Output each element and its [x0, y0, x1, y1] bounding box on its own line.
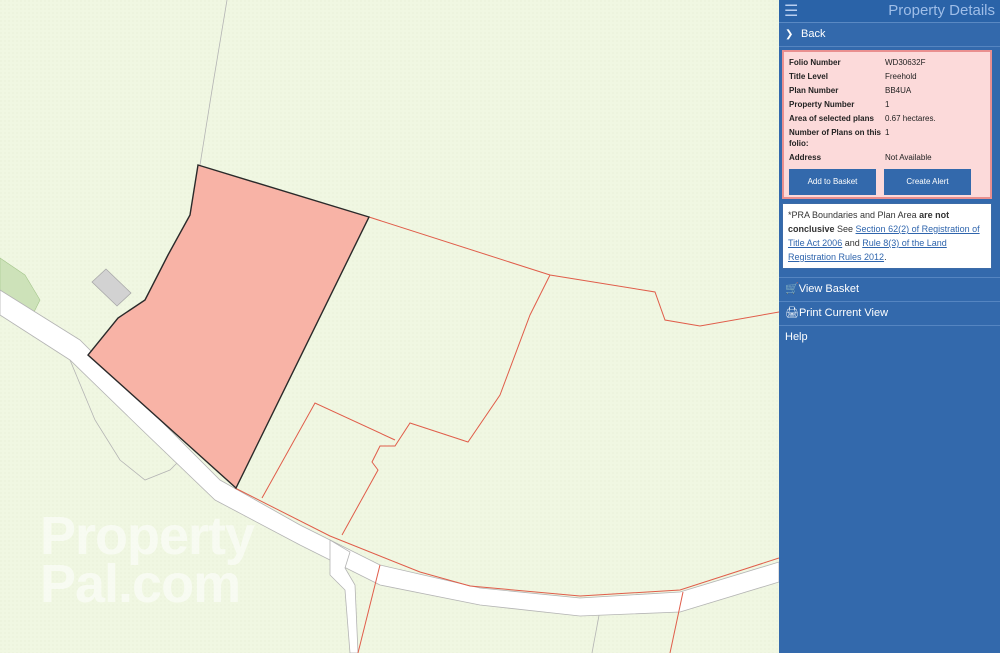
field-row: Title Level Freehold: [789, 71, 986, 85]
panel-title: Property Details: [888, 2, 995, 19]
hamburger-menu-icon[interactable]: ☰: [784, 1, 798, 21]
field-row: Address Not Available: [789, 152, 986, 166]
back-button[interactable]: ❯ Back: [779, 23, 1000, 47]
field-label: Number of Plans on this folio:: [789, 128, 882, 148]
panel-header: ☰ Property Details: [779, 0, 1000, 23]
create-alert-button[interactable]: Create Alert: [884, 169, 971, 195]
field-label: Address: [789, 153, 822, 162]
back-label: Back: [801, 28, 826, 40]
view-basket-label: View Basket: [798, 283, 860, 295]
field-row: Folio Number WD30632F: [789, 57, 986, 71]
field-value: BB4UA: [885, 86, 912, 95]
field-value: WD30632F: [885, 58, 926, 67]
watermark-line1: Property: [40, 506, 255, 566]
field-value: 1: [885, 100, 890, 109]
help-label: Help: [785, 331, 808, 343]
print-view-label: Print Current View: [798, 307, 889, 319]
field-value: Freehold: [885, 72, 917, 81]
field-value: Not Available: [885, 153, 932, 162]
property-details-panel: ☰ Property Details ❯ Back Folio Number WD…: [779, 0, 1000, 653]
map-view[interactable]: Property Pal.com: [0, 0, 779, 653]
field-row: Number of Plans on this folio: 1: [789, 127, 986, 152]
notice-and: and: [842, 238, 863, 248]
field-value: 0.67 hectares.: [885, 114, 936, 123]
property-info-box: Folio Number WD30632F Title Level Freeho…: [782, 50, 992, 199]
cart-icon: 🛒: [785, 283, 799, 295]
action-buttons: Add to Basket Create Alert: [789, 169, 986, 195]
watermark-line2: Pal.com: [40, 554, 241, 614]
watermark: Property Pal.com: [40, 506, 255, 614]
field-label: Plan Number: [789, 86, 839, 95]
view-basket-button[interactable]: 🛒View Basket: [779, 278, 1000, 302]
add-to-basket-button[interactable]: Add to Basket: [789, 169, 876, 195]
property-fields-table: Folio Number WD30632F Title Level Freeho…: [789, 57, 986, 166]
field-row: Plan Number BB4UA: [789, 85, 986, 99]
field-row: Property Number 1: [789, 99, 986, 113]
notice-prefix: *PRA Boundaries and Plan Area: [788, 210, 920, 220]
field-row: Area of selected plans 0.67 hectares.: [789, 113, 986, 127]
printer-icon: 🖨: [785, 307, 799, 319]
field-value: 1: [885, 128, 890, 137]
help-button[interactable]: Help: [779, 326, 1000, 349]
field-label: Area of selected plans: [789, 114, 874, 123]
field-label: Property Number: [789, 100, 855, 109]
field-label: Title Level: [789, 72, 828, 81]
field-label: Folio Number: [789, 58, 841, 67]
print-view-button[interactable]: 🖨Print Current View: [779, 302, 1000, 326]
disclaimer-notice: *PRA Boundaries and Plan Area are not co…: [782, 203, 992, 269]
chevron-right-icon: ❯: [785, 29, 794, 40]
notice-see: See: [834, 224, 856, 234]
